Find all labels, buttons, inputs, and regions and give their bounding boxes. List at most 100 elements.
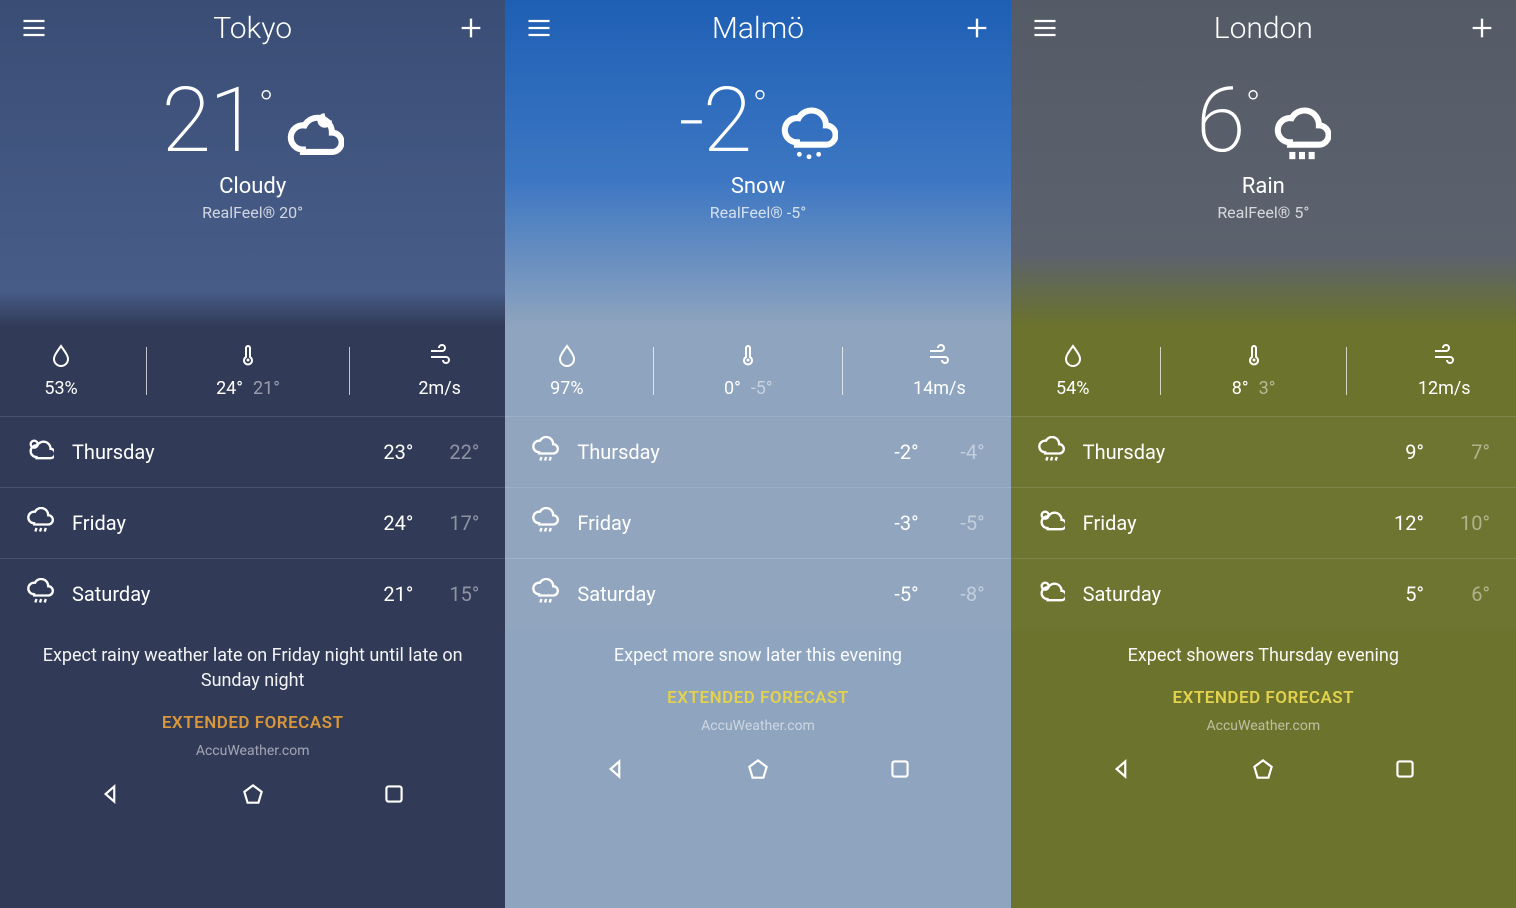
nav-home-icon[interactable] (240, 781, 266, 811)
realfeel-text: RealFeel® -5° (710, 203, 806, 222)
city-title: Malmö (712, 11, 804, 46)
forecast-day: Thursday (577, 440, 852, 464)
forecast-icon (1037, 507, 1065, 540)
forecast-lo: 15° (431, 582, 479, 606)
forecast-hi: 21° (365, 582, 413, 606)
add-location-icon[interactable] (457, 14, 485, 42)
hilo-metric: 24° 21° (216, 343, 280, 399)
hero: -2 ° Snow RealFeel® -5° (505, 56, 1010, 326)
wind-metric: 14m/s (913, 343, 966, 399)
degree-symbol: ° (1245, 82, 1260, 129)
menu-icon[interactable] (525, 14, 553, 42)
forecast-list: Thursday -2° -4° Friday -3° -5° Saturday… (505, 416, 1010, 629)
forecast-day: Friday (577, 511, 852, 535)
add-location-icon[interactable] (963, 14, 991, 42)
humidity-metric: 97% (550, 343, 583, 399)
forecast-lo: 7° (1442, 440, 1490, 464)
provider-text: AccuWeather.com (1011, 718, 1516, 742)
android-navbar (505, 742, 1010, 800)
forecast-hi: -3° (871, 511, 919, 535)
hilo-metric: 8° 3° (1232, 343, 1276, 399)
humidity-value: 53% (44, 378, 77, 399)
forecast-hi: 24° (365, 511, 413, 535)
wind-metric: 12m/s (1418, 343, 1471, 399)
hi-value: 0° (724, 378, 741, 399)
forecast-row[interactable]: Thursday -2° -4° (505, 416, 1010, 487)
weather-screen-london: London 6 ° Rain (1011, 0, 1516, 908)
realfeel-text: RealFeel® 20° (202, 203, 303, 222)
forecast-icon (1037, 578, 1065, 611)
nav-back-icon[interactable] (603, 756, 629, 786)
forecast-hi: 12° (1376, 511, 1424, 535)
app-bar: Malmö (505, 0, 1010, 56)
temp-value: 6 (1196, 76, 1244, 166)
forecast-icon (26, 507, 54, 540)
app-bar: Tokyo (0, 0, 505, 56)
forecast-day: Thursday (1083, 440, 1358, 464)
extended-forecast-link[interactable]: EXTENDED FORECAST (505, 682, 1010, 718)
wind-value: 12m/s (1418, 378, 1471, 399)
forecast-lo: -5° (937, 511, 985, 535)
android-navbar (1011, 742, 1516, 800)
menu-icon[interactable] (20, 14, 48, 42)
forecast-row[interactable]: Friday -3° -5° (505, 487, 1010, 558)
divider (1346, 347, 1347, 395)
forecast-day: Friday (1083, 511, 1358, 535)
wind-icon (428, 343, 452, 372)
divider (349, 347, 350, 395)
forecast-hi: -2° (871, 440, 919, 464)
forecast-day: Friday (72, 511, 347, 535)
divider (653, 347, 654, 395)
add-location-icon[interactable] (1468, 14, 1496, 42)
condition-text: Snow (731, 174, 785, 199)
forecast-row[interactable]: Thursday 9° 7° (1011, 416, 1516, 487)
metrics-row: 54% 8° 3° 12m/s (1011, 326, 1516, 416)
forecast-row[interactable]: Thursday 23° 22° (0, 416, 505, 487)
city-title: London (1214, 11, 1313, 46)
hi-value: 8° (1232, 378, 1249, 399)
thermometer-icon (736, 343, 760, 372)
degree-symbol: ° (259, 82, 274, 129)
menu-icon[interactable] (1031, 14, 1059, 42)
forecast-icon (531, 436, 559, 469)
forecast-icon (531, 507, 559, 540)
thermometer-icon (1242, 343, 1266, 372)
extended-forecast-link[interactable]: EXTENDED FORECAST (0, 707, 505, 743)
hero: 21 ° Cloudy RealFeel® 20° (0, 56, 505, 326)
humidity-value: 97% (550, 378, 583, 399)
humidity-metric: 53% (44, 343, 77, 399)
forecast-day: Saturday (72, 582, 347, 606)
current-temp: 21 ° (162, 76, 344, 168)
weather-screen-tokyo: Tokyo 21 ° Cloudy RealFeel® 20° (0, 0, 505, 908)
extended-forecast-link[interactable]: EXTENDED FORECAST (1011, 682, 1516, 718)
nav-back-icon[interactable] (98, 781, 124, 811)
nav-home-icon[interactable] (745, 756, 771, 786)
nav-back-icon[interactable] (1109, 756, 1135, 786)
forecast-row[interactable]: Saturday 5° 6° (1011, 558, 1516, 629)
weather-screen-malmo: Malmö -2 (505, 0, 1010, 908)
divider (842, 347, 843, 395)
lo-value: 21° (253, 378, 280, 399)
nav-recent-icon[interactable] (887, 756, 913, 786)
forecast-day: Thursday (72, 440, 347, 464)
nav-recent-icon[interactable] (381, 781, 407, 811)
nav-home-icon[interactable] (1250, 756, 1276, 786)
nav-recent-icon[interactable] (1392, 756, 1418, 786)
temp-value: -2 (678, 76, 750, 166)
forecast-row[interactable]: Friday 12° 10° (1011, 487, 1516, 558)
summary-text: Expect showers Thursday evening (1011, 629, 1516, 682)
forecast-day: Saturday (577, 582, 852, 606)
temp-value: 21 (162, 76, 257, 166)
provider-text: AccuWeather.com (0, 743, 505, 767)
condition-icon (286, 106, 344, 168)
forecast-list: Thursday 9° 7° Friday 12° 10° Saturday 5… (1011, 416, 1516, 629)
wind-icon (927, 343, 951, 372)
forecast-hi: -5° (871, 582, 919, 606)
summary-text: Expect rainy weather late on Friday nigh… (0, 629, 505, 707)
forecast-row[interactable]: Saturday -5° -8° (505, 558, 1010, 629)
metrics-row: 97% 0° -5° 14m/s (505, 326, 1010, 416)
android-navbar (0, 767, 505, 825)
forecast-row[interactable]: Saturday 21° 15° (0, 558, 505, 629)
degree-symbol: ° (752, 82, 767, 129)
forecast-row[interactable]: Friday 24° 17° (0, 487, 505, 558)
